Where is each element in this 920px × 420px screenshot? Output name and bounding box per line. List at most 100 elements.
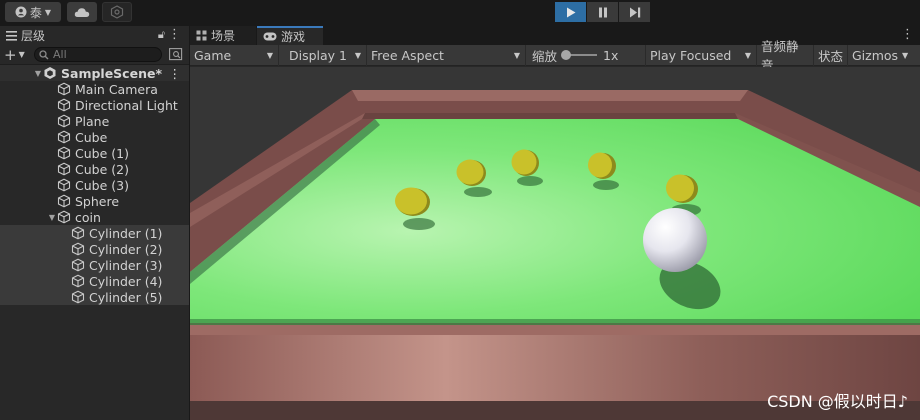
expand-arrow-icon[interactable]: ▼ [47, 213, 57, 222]
aspect-dropdown[interactable]: Free Aspect ▼ [367, 44, 526, 66]
list-item[interactable]: Cylinder (2) [0, 241, 189, 257]
scene-grid-icon [196, 30, 207, 41]
stats-label: 状态 [818, 48, 844, 64]
scene-objects: Main Camera Directional Light Plane Cube Cub… [0, 81, 189, 209]
chevron-down-icon: ▼ [744, 50, 751, 60]
list-item[interactable]: Main Camera [0, 81, 189, 97]
kebab-menu-icon[interactable]: ⋮ [901, 27, 914, 42]
gameobject-cube-icon [57, 114, 71, 128]
search-icon [39, 49, 49, 59]
main-toolbar: 泰 ▼ [0, 0, 920, 26]
hierarchy-tree: ▼ SampleScene* ⋮ Main Camera Directional … [0, 65, 189, 305]
account-icon [15, 6, 27, 18]
scene-filter-button[interactable] [168, 48, 184, 62]
tab-hierarchy[interactable]: 层级 🔓︎ ⋮ [0, 26, 189, 45]
play-mode-dropdown[interactable]: Play Focused ▼ [646, 44, 757, 66]
chevron-down-icon: ▼ [902, 50, 909, 60]
list-item[interactable]: Cube (3) [0, 177, 189, 193]
list-item-label: Plane [75, 113, 110, 129]
gameobject-cube-icon [71, 242, 85, 256]
game-toolbar: Game ▼ Display 1 ▼ Free Aspect ▼ 缩放 1x P… [190, 39, 920, 73]
collab-button[interactable] [102, 2, 132, 22]
gizmos-label: Gizmos [852, 47, 899, 63]
list-item[interactable]: Cylinder (1) [0, 225, 189, 241]
gameobject-cube-icon [57, 146, 71, 160]
list-item-label: Cube (1) [75, 145, 129, 161]
scale-slider[interactable] [561, 50, 598, 60]
list-item[interactable]: Cube [0, 129, 189, 145]
mute-audio-button[interactable]: 音频静音 [757, 39, 814, 73]
list-item[interactable]: Cylinder (4) [0, 273, 189, 289]
list-item[interactable]: Sphere [0, 193, 189, 209]
play-icon [566, 7, 575, 17]
gameobject-cube-icon [57, 162, 71, 176]
list-item[interactable]: Directional Light [0, 97, 189, 113]
scene-name: SampleScene* [61, 65, 162, 81]
gameobject-cube-icon [57, 194, 71, 208]
kebab-menu-icon[interactable]: ⋮ [168, 27, 181, 42]
collab-icon [110, 5, 124, 19]
lock-icon[interactable]: 🔓︎ [158, 28, 165, 42]
scene-kebab-icon[interactable]: ⋮ [169, 66, 182, 81]
chevron-down-icon: ▼ [266, 50, 273, 60]
tab-scene[interactable]: 场景 [190, 26, 256, 45]
expand-arrow-icon[interactable]: ▼ [33, 69, 43, 78]
gamepad-icon [263, 32, 277, 41]
gameobject-cube-icon [57, 82, 71, 96]
list-item[interactable]: Cube (2) [0, 161, 189, 177]
list-icon [6, 30, 17, 41]
aspect-label: Free Aspect [371, 47, 444, 63]
scene-row[interactable]: ▼ SampleScene* ⋮ [0, 65, 189, 81]
gameobject-cube-icon [57, 210, 71, 224]
hierarchy-search-input[interactable]: All [34, 47, 162, 62]
gameobject-cube-icon [71, 258, 85, 272]
gameobject-cube-icon [71, 226, 85, 240]
hierarchy-toolbar: + ▼ All [0, 45, 189, 65]
list-item-label: Sphere [75, 193, 120, 209]
account-label: 泰 [29, 5, 42, 20]
gizmos-button[interactable]: Gizmos [848, 45, 898, 66]
gizmos-dropdown[interactable]: ▼ [898, 45, 918, 66]
game-panel: 场景 游戏 ⋮ Game ▼ Display 1 ▼ Free Aspect ▼… [190, 26, 920, 420]
scale-slider-knob[interactable] [561, 50, 572, 60]
hierarchy-panel: 层级 🔓︎ ⋮ + ▼ All ▼ SampleScene* ⋮ Main Cam… [0, 26, 189, 420]
list-item-label: Cylinder (5) [89, 289, 163, 305]
display-label: Display 1 [289, 47, 348, 63]
game-tab-label: 游戏 [281, 30, 306, 44]
search-placeholder: All [53, 48, 67, 61]
plus-icon: + [4, 45, 17, 64]
list-item-label: Cylinder (3) [89, 257, 163, 273]
scene-tab-label: 场景 [211, 29, 236, 43]
chevron-down-icon: ▼ [44, 7, 52, 17]
create-dropdown[interactable]: + ▼ [4, 45, 34, 64]
list-item-label: Directional Light [75, 97, 178, 113]
stats-button[interactable]: 状态 [814, 44, 848, 66]
list-item[interactable]: Plane [0, 113, 189, 129]
list-item[interactable]: Cube (1) [0, 145, 189, 161]
game-mode-label: Game [194, 47, 232, 63]
gameobject-cube-icon [57, 98, 71, 112]
player-sphere [643, 208, 707, 272]
pause-button[interactable] [587, 2, 618, 22]
play-mode-label: Play Focused [650, 47, 732, 63]
game-render [190, 67, 920, 420]
game-tabbar: 场景 游戏 ⋮ [190, 26, 920, 45]
list-item[interactable]: Cylinder (3) [0, 257, 189, 273]
play-button[interactable] [555, 2, 586, 22]
coin-label: coin [75, 209, 101, 225]
account-dropdown[interactable]: 泰 ▼ [5, 2, 61, 22]
game-viewport[interactable]: CSDN @假以时日♪ [190, 67, 920, 420]
step-button[interactable] [619, 2, 650, 22]
cloud-button[interactable] [67, 2, 97, 22]
gameobject-cube-icon [71, 290, 85, 304]
game-mode-dropdown[interactable]: Game ▼ [190, 44, 279, 66]
scene-search-icon [169, 48, 183, 61]
tab-game[interactable]: 游戏 [257, 26, 323, 45]
list-item[interactable]: Cylinder (5) [0, 289, 189, 305]
unity-scene-icon [44, 67, 56, 79]
pause-icon [598, 7, 607, 17]
display-dropdown[interactable]: Display 1 ▼ [279, 44, 367, 66]
list-item-coin[interactable]: ▼ coin [0, 209, 189, 225]
playmode-controls [555, 2, 651, 22]
list-item-label: Main Camera [75, 81, 158, 97]
